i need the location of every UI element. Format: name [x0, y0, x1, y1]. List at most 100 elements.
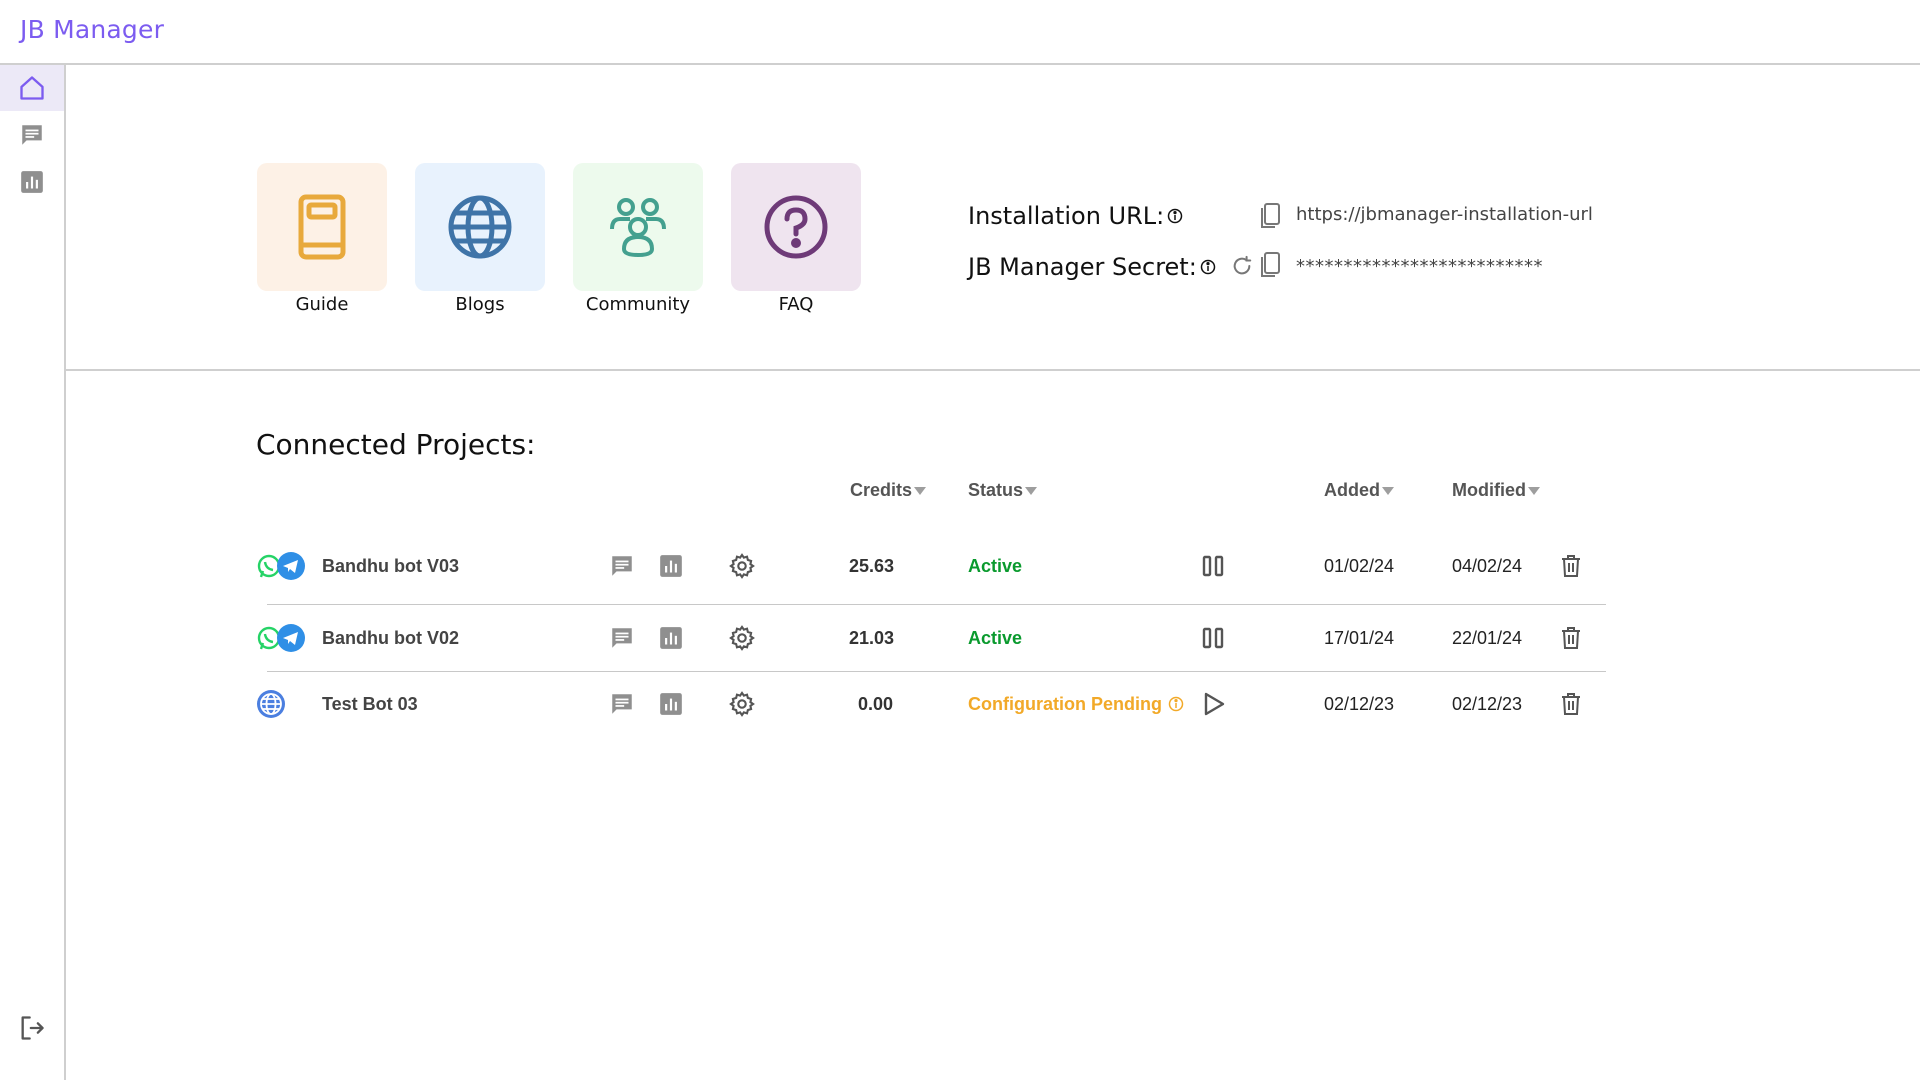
added-column-header[interactable]: Added [1324, 480, 1394, 501]
info-icon[interactable] [1168, 696, 1184, 712]
pause-button[interactable] [1202, 536, 1224, 596]
chat-icon [22, 125, 42, 145]
settings-button[interactable] [728, 608, 756, 668]
sort-caret-icon [1025, 486, 1038, 495]
top-bar: JB Manager [0, 0, 1920, 65]
telegram-icon [277, 552, 305, 580]
credits-value: 25.63 [849, 555, 895, 576]
status-column-header[interactable]: Status [968, 480, 1038, 501]
analytics-button[interactable] [658, 608, 684, 668]
status-badge: Configuration Pending [968, 674, 1184, 734]
chart-icon [660, 555, 682, 577]
modified-date: 04/02/24 [1452, 555, 1523, 576]
chat-button[interactable] [609, 674, 635, 734]
gear-icon [729, 553, 755, 579]
sidebar-item-home[interactable] [0, 65, 64, 111]
installation-url-label: Installation URL: [968, 202, 1165, 230]
guide-tile-box [257, 163, 387, 291]
regenerate-secret-button[interactable] [1230, 253, 1254, 279]
row-divider [267, 604, 1606, 605]
gear-icon [729, 691, 755, 717]
faq-tile[interactable]: FAQ [731, 163, 861, 315]
faq-label: FAQ [778, 294, 814, 315]
faq-tile-box [731, 163, 861, 291]
sort-caret-icon [914, 486, 927, 495]
book-icon [298, 194, 346, 260]
delete-button[interactable] [1560, 674, 1582, 734]
installation-url-value: https://jbmanager-installation-url [1296, 204, 1593, 225]
play-icon [1204, 692, 1225, 716]
guide-label: Guide [295, 294, 349, 315]
chart-icon [660, 693, 682, 715]
settings-button[interactable] [728, 674, 756, 734]
connected-projects-title: Connected Projects: [256, 428, 536, 461]
sidebar [0, 65, 66, 1080]
project-name[interactable]: Bandhu bot V02 [322, 608, 459, 668]
credits-header-label: Credits [850, 480, 913, 500]
credits-value: 21.03 [849, 627, 895, 648]
chat-button[interactable] [609, 536, 635, 596]
chat-icon [612, 628, 632, 648]
project-name[interactable]: Bandhu bot V03 [322, 536, 459, 596]
secret-value: ************************** [1296, 256, 1543, 277]
pause-icon [1202, 627, 1224, 649]
added-date: 01/02/24 [1324, 555, 1395, 576]
copy-secret-button[interactable] [1257, 251, 1283, 279]
chat-icon [612, 556, 632, 576]
sidebar-item-chat[interactable] [0, 112, 64, 158]
channel-icons [256, 536, 306, 596]
guide-tile[interactable]: Guide [257, 163, 387, 315]
trash-icon [1562, 555, 1580, 577]
added-date: 02/12/23 [1324, 693, 1395, 714]
question-icon [764, 195, 828, 259]
chart-icon [21, 171, 43, 193]
copy-icon [1261, 203, 1280, 228]
copy-url-button[interactable] [1257, 202, 1283, 230]
community-label: Community [585, 294, 691, 315]
telegram-icon [277, 624, 305, 652]
section-divider [66, 369, 1920, 371]
trash-icon [1562, 693, 1580, 715]
delete-button[interactable] [1560, 536, 1582, 596]
app-title: JB Manager [20, 15, 165, 44]
chat-icon [612, 694, 632, 714]
blogs-tile[interactable]: Blogs [415, 163, 545, 315]
web-icon [257, 690, 285, 718]
settings-button[interactable] [728, 536, 756, 596]
analytics-button[interactable] [658, 536, 684, 596]
analytics-button[interactable] [658, 674, 684, 734]
logout-icon [21, 1016, 44, 1040]
modified-header-label: Modified [1452, 480, 1526, 500]
table-row[interactable]: Bandhu bot V03 25.63 Active 01/02/24 04/… [256, 536, 1606, 596]
table-row[interactable]: Test Bot 03 0.00 Configuration Pending 0… [256, 674, 1606, 734]
table-row[interactable]: Bandhu bot V02 21.03 Active 17/01/24 22/… [256, 608, 1606, 668]
info-icon[interactable] [1167, 208, 1183, 224]
channel-icons [256, 674, 286, 734]
gear-icon [729, 625, 755, 651]
blogs-label: Blogs [455, 294, 505, 315]
sidebar-item-analytics[interactable] [0, 159, 64, 205]
copy-icon [1261, 252, 1280, 277]
info-icon[interactable] [1200, 259, 1216, 275]
chart-icon [660, 627, 682, 649]
channel-icons [256, 608, 306, 668]
sort-caret-icon [1528, 486, 1540, 495]
trash-icon [1562, 627, 1580, 649]
community-tile-box [573, 163, 703, 291]
modified-date: 22/01/24 [1452, 627, 1523, 648]
chat-button[interactable] [609, 608, 635, 668]
delete-button[interactable] [1560, 608, 1582, 668]
project-name[interactable]: Test Bot 03 [322, 674, 418, 734]
logout-button[interactable] [0, 1005, 64, 1051]
pause-button[interactable] [1202, 608, 1224, 668]
installation-url-row: Installation URL: [968, 202, 1183, 230]
globe-icon [448, 195, 512, 259]
home-icon [20, 76, 44, 100]
modified-date: 02/12/23 [1452, 693, 1523, 714]
modified-column-header[interactable]: Modified [1452, 480, 1540, 501]
community-tile[interactable]: Community [573, 163, 703, 315]
play-button[interactable] [1202, 674, 1226, 734]
secret-label: JB Manager Secret: [968, 253, 1197, 281]
credits-column-header[interactable]: Credits [850, 480, 927, 501]
row-divider [267, 671, 1606, 672]
